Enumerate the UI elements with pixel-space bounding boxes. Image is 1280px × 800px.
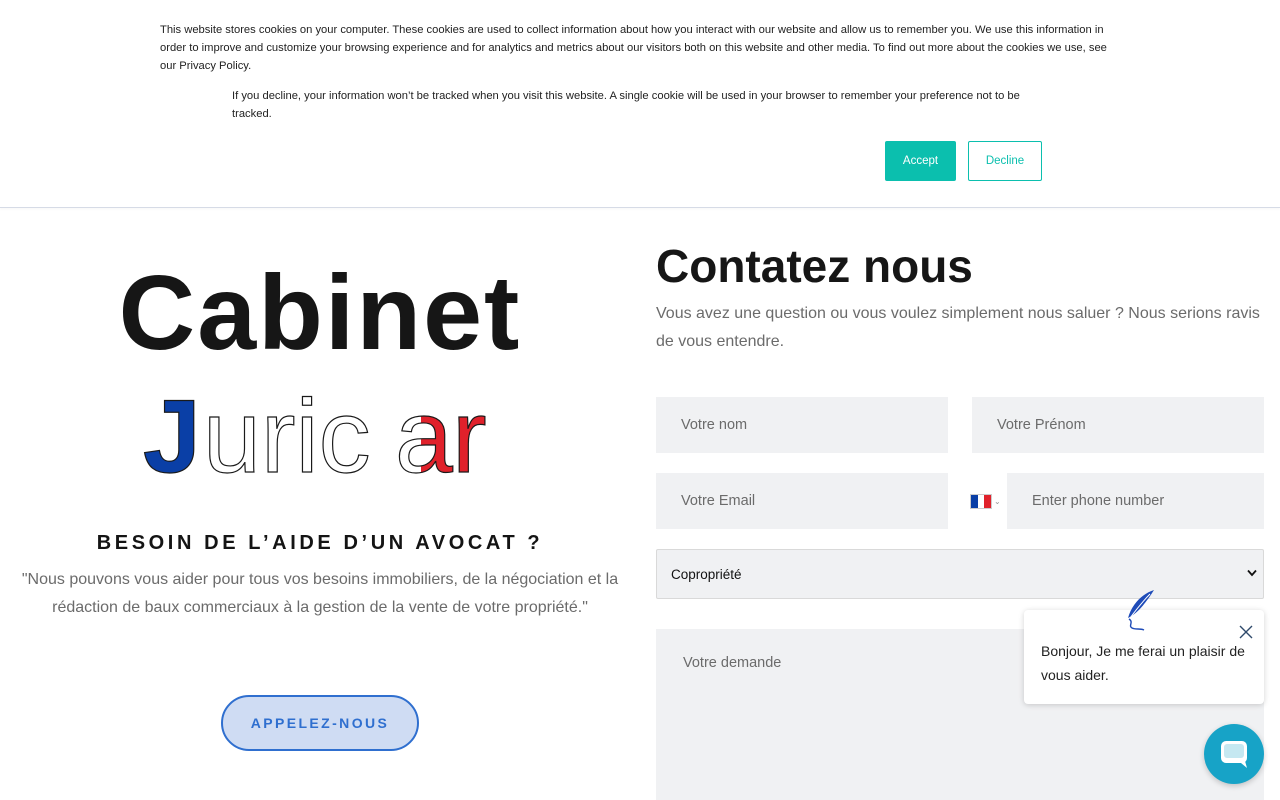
hero-title: BESOIN DE L’AIDE D’UN AVOCAT ? <box>96 532 544 554</box>
juricar-wordmark: J uric a r <box>142 378 487 495</box>
quill-pen-icon <box>1120 588 1166 636</box>
cookie-decline-info: If you decline, your information won’t b… <box>232 90 1020 120</box>
cookie-notice-text: This website stores cookies on your comp… <box>160 24 1107 72</box>
juricar-letters-uric: uric <box>203 380 371 480</box>
chat-launcher-button[interactable] <box>1204 724 1264 784</box>
brand-logo-juricar: J uric a r <box>0 378 640 495</box>
chevron-down-icon <box>1247 566 1257 580</box>
close-icon[interactable] <box>1237 623 1255 641</box>
contact-intro: Vous avez une question ou vous voulez si… <box>656 305 1260 350</box>
chat-bubble-icon <box>1221 741 1247 768</box>
chevron-down-icon: ⌄ <box>994 496 1001 506</box>
email-field[interactable] <box>656 473 948 529</box>
subject-select[interactable]: Copropriété <box>656 549 1264 599</box>
accept-cookies-button[interactable]: Accept <box>885 141 956 181</box>
name-field[interactable] <box>656 397 948 453</box>
chat-greeting-text: Bonjour, Je me ferai un plaisir de vous … <box>1041 643 1245 683</box>
brand-title-cabinet: Cabinet <box>118 254 522 372</box>
juricar-letter-a: a <box>395 380 453 480</box>
juricar-letter-j: J <box>143 380 201 480</box>
hero-quote: "Nous pouvons vous aider pour tous vos b… <box>21 571 619 616</box>
firstname-field[interactable] <box>972 397 1264 453</box>
phone-country-select[interactable]: ⌄ <box>970 492 1006 510</box>
france-flag-icon <box>970 493 992 509</box>
contact-title: Contatez nous <box>656 240 973 292</box>
decline-cookies-button[interactable]: Decline <box>968 141 1042 181</box>
subject-selected-value: Copropriété <box>671 566 742 582</box>
juricar-letter-r: r <box>452 380 487 480</box>
message-placeholder: Votre demande <box>683 655 782 671</box>
cookie-banner: This website stores cookies on your comp… <box>0 0 1280 208</box>
call-us-button[interactable]: APPELEZ-NOUS <box>221 695 419 751</box>
phone-field[interactable] <box>1007 473 1264 529</box>
